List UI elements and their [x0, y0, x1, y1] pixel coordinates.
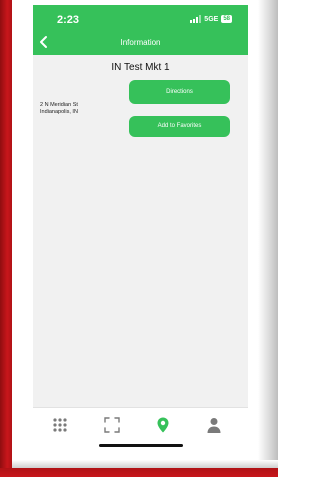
address-line-1: 2 N Meridian St — [40, 102, 78, 108]
frame-bottom-shadow — [12, 460, 278, 468]
phone-screen: 2:23 5GE 58 Information IN Test Mkt 1 2 … — [33, 5, 248, 456]
add-to-favorites-button[interactable]: Add to Favorites — [129, 116, 230, 137]
tab-profile[interactable] — [205, 416, 223, 434]
grid-icon — [53, 418, 67, 432]
tab-grid[interactable] — [51, 416, 69, 434]
directions-button[interactable]: Directions — [129, 80, 230, 104]
map-pin-icon — [157, 417, 169, 433]
header-title: Information — [120, 38, 161, 47]
person-icon — [207, 418, 221, 433]
address: 2 N Meridian St Indianapolis, IN — [40, 102, 78, 116]
battery-icon: 58 — [221, 15, 232, 23]
frame-left-border — [0, 0, 12, 477]
signal-icon — [190, 15, 202, 23]
frame-right-shadow — [258, 0, 278, 470]
frame-bottom-border — [0, 468, 278, 477]
status-indicators: 5GE 58 — [190, 15, 232, 23]
address-line-2: Indianapolis, IN — [40, 109, 78, 115]
network-type: 5GE — [204, 15, 219, 23]
tab-scan[interactable] — [103, 416, 121, 434]
status-time: 2:23 — [57, 14, 80, 26]
scan-icon — [104, 417, 120, 433]
header-bar: 2:23 5GE 58 Information — [33, 5, 248, 55]
home-indicator — [99, 444, 183, 447]
place-name: IN Test Mkt 1 — [111, 62, 170, 73]
tab-map[interactable] — [154, 416, 172, 434]
tab-bar — [33, 407, 248, 456]
